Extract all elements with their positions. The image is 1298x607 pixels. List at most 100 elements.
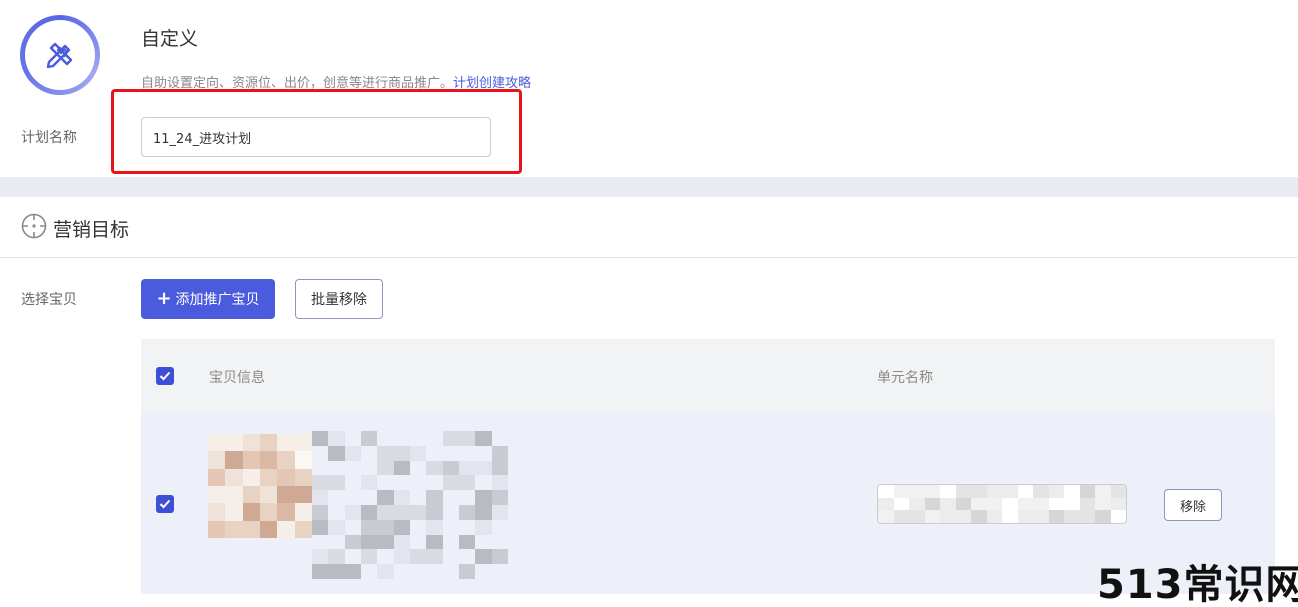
mosaic-cell	[1110, 497, 1126, 511]
mosaic-cell	[312, 445, 329, 461]
mosaic-cell	[426, 475, 443, 491]
mosaic-cell	[1095, 497, 1111, 511]
table-header	[141, 339, 1275, 412]
mosaic-cell	[277, 520, 295, 538]
mosaic-cell	[491, 564, 508, 579]
mosaic-cell	[955, 510, 971, 523]
mosaic-cell	[909, 510, 925, 523]
mosaic-cell	[294, 520, 312, 538]
mosaic-cell	[1033, 485, 1049, 498]
mosaic-cell	[225, 434, 243, 452]
row-checkbox[interactable]	[156, 495, 174, 513]
mosaic-cell	[260, 468, 278, 486]
mosaic-cell	[426, 490, 443, 505]
mosaic-cell	[377, 475, 394, 491]
mosaic-cell	[242, 520, 260, 538]
mosaic-cell	[442, 505, 459, 520]
mosaic-cell	[312, 460, 329, 476]
mosaic-cell	[312, 490, 329, 505]
mosaic-cell	[893, 497, 909, 511]
mosaic-cell	[344, 431, 361, 446]
mosaic-cell	[1002, 497, 1018, 511]
mosaic-cell	[328, 549, 345, 565]
mosaic-cell	[361, 505, 378, 520]
add-promo-item-button[interactable]: + 添加推广宝贝	[141, 279, 275, 319]
mosaic-cell	[909, 485, 925, 498]
mosaic-cell	[426, 519, 443, 535]
mosaic-cell	[1002, 510, 1018, 523]
mosaic-cell	[426, 460, 443, 476]
unit-name-input[interactable]	[877, 484, 1127, 524]
mosaic-cell	[208, 503, 226, 521]
add-button-label: 添加推广宝贝	[175, 292, 260, 308]
mosaic-cell	[1017, 510, 1033, 523]
plan-name-input[interactable]	[141, 117, 491, 157]
mosaic-cell	[1110, 510, 1126, 523]
select-all-checkbox[interactable]	[156, 367, 174, 385]
mosaic-cell	[294, 503, 312, 521]
mosaic-cell	[491, 505, 508, 520]
mosaic-cell	[475, 534, 492, 550]
mosaic-cell	[328, 519, 345, 535]
mosaic-cell	[986, 485, 1002, 498]
batch-remove-button[interactable]: 批量移除	[295, 279, 383, 319]
check-icon	[159, 371, 171, 381]
mosaic-cell	[361, 534, 378, 550]
mosaic-cell	[277, 486, 295, 504]
mosaic-cell	[924, 485, 940, 498]
mosaic-cell	[442, 431, 459, 446]
mosaic-cell	[260, 434, 278, 452]
mosaic-cell	[893, 510, 909, 523]
mosaic-cell	[377, 564, 394, 579]
mosaic-cell	[393, 549, 410, 565]
mosaic-cell	[312, 534, 329, 550]
mosaic-cell	[328, 460, 345, 476]
mosaic-cell	[475, 490, 492, 505]
mosaic-cell	[426, 564, 443, 579]
mosaic-cell	[491, 490, 508, 505]
mosaic-cell	[377, 490, 394, 505]
mosaic-cell	[955, 485, 971, 498]
mosaic-cell	[328, 564, 345, 579]
mosaic-cell	[328, 475, 345, 491]
mosaic-cell	[442, 549, 459, 565]
mosaic-cell	[294, 451, 312, 469]
mosaic-cell	[410, 564, 427, 579]
mosaic-cell	[442, 460, 459, 476]
mosaic-cell	[1002, 485, 1018, 498]
mosaic-cell	[277, 503, 295, 521]
mosaic-cell	[986, 497, 1002, 511]
mosaic-cell	[294, 434, 312, 452]
mosaic-cell	[312, 519, 329, 535]
mosaic-cell	[361, 519, 378, 535]
mosaic-cell	[260, 451, 278, 469]
mosaic-cell	[971, 485, 987, 498]
mosaic-cell	[242, 451, 260, 469]
mosaic-cell	[491, 534, 508, 550]
mosaic-cell	[475, 564, 492, 579]
mosaic-cell	[393, 445, 410, 461]
mosaic-cell	[442, 564, 459, 579]
remove-button[interactable]: 移除	[1164, 489, 1222, 521]
mosaic-cell	[377, 505, 394, 520]
plus-icon: +	[156, 288, 172, 309]
mosaic-cell	[410, 534, 427, 550]
mosaic-cell	[393, 564, 410, 579]
mosaic-cell	[1033, 510, 1049, 523]
mosaic-cell	[442, 519, 459, 535]
mosaic-cell	[410, 549, 427, 565]
mosaic-cell	[491, 475, 508, 491]
mosaic-cell	[377, 549, 394, 565]
mosaic-cell	[426, 505, 443, 520]
mosaic-cell	[459, 460, 476, 476]
mosaic-cell	[410, 431, 427, 446]
mosaic-cell	[344, 475, 361, 491]
plan-guide-link[interactable]: 计划创建攻略	[453, 76, 531, 91]
mosaic-cell	[328, 445, 345, 461]
mosaic-cell	[410, 475, 427, 491]
plan-name-label: 计划名称	[21, 130, 77, 146]
mosaic-cell	[410, 460, 427, 476]
mosaic-cell	[344, 564, 361, 579]
product-thumbnail[interactable]	[208, 434, 312, 538]
mosaic-cell	[393, 431, 410, 446]
